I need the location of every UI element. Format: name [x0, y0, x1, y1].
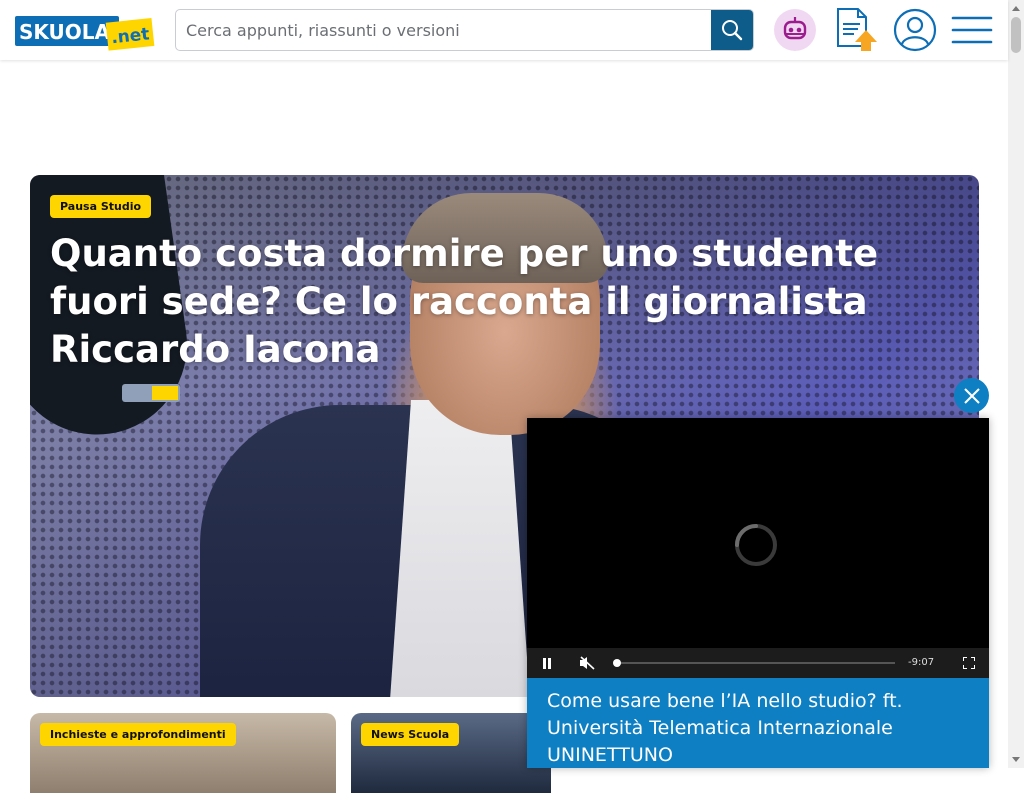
hero-category-badge[interactable]: Pausa Studio	[50, 195, 152, 218]
video-caption[interactable]: Come usare bene l’IA nello studio? ft. U…	[527, 678, 989, 768]
document-upload-icon	[837, 8, 877, 51]
logo-graphic: SKUOLA .net	[15, 16, 155, 51]
person-shirt	[390, 400, 530, 697]
time-remaining: -9:07	[908, 657, 935, 668]
skuola-logo[interactable]: SKUOLA .net	[15, 12, 155, 52]
article-card[interactable]: News Scuola	[351, 713, 551, 793]
close-icon	[963, 387, 980, 404]
main-menu-button[interactable]	[950, 8, 994, 52]
logo-tld-text: .net	[110, 24, 150, 48]
caret-down-icon	[1012, 757, 1020, 762]
search-button[interactable]	[711, 10, 753, 50]
fullscreen-icon	[963, 657, 975, 669]
user-account-button[interactable]	[893, 8, 937, 52]
scroll-down-arrow[interactable]	[1008, 752, 1024, 768]
robot-icon	[774, 9, 816, 51]
progress-handle[interactable]	[613, 659, 621, 667]
fullscreen-button[interactable]	[961, 655, 977, 671]
article-card[interactable]: Inchieste e approfondimenti	[30, 713, 336, 793]
video-progress-bar[interactable]	[613, 659, 895, 667]
loading-spinner-icon	[735, 524, 777, 566]
skuola-mic-logo-icon	[122, 384, 180, 402]
upload-document-button[interactable]	[834, 8, 878, 52]
pause-button[interactable]	[539, 655, 555, 671]
search-bar	[175, 9, 754, 51]
hero-title[interactable]: Quanto costa dormire per uno studente fu…	[50, 230, 930, 374]
search-icon	[722, 20, 743, 41]
logo-brand-text: SKUOLA	[19, 20, 111, 44]
card-category-badge[interactable]: News Scuola	[361, 723, 460, 746]
video-screen[interactable]	[527, 418, 989, 648]
card-category-badge[interactable]: Inchieste e approfondimenti	[40, 723, 236, 746]
search-input[interactable]	[176, 10, 713, 50]
close-video-button[interactable]	[954, 378, 989, 413]
unmute-button[interactable]	[579, 655, 595, 671]
menu-icon	[951, 16, 993, 44]
floating-video-player: -9:07 Come usare bene l’IA nello studio?…	[527, 418, 989, 768]
video-title[interactable]: Come usare bene l’IA nello studio? ft. U…	[547, 688, 977, 769]
site-header: SKUOLA .net	[0, 0, 1008, 60]
video-controls: -9:07	[527, 648, 989, 678]
caret-up-icon	[1012, 6, 1020, 11]
user-icon	[893, 8, 937, 52]
ai-assistant-button[interactable]	[773, 8, 817, 52]
muted-speaker-icon	[580, 656, 595, 670]
page-scrollbar[interactable]	[1008, 0, 1024, 768]
scrollbar-thumb[interactable]	[1011, 17, 1021, 53]
pause-icon	[543, 657, 551, 669]
scroll-up-arrow[interactable]	[1008, 0, 1024, 16]
